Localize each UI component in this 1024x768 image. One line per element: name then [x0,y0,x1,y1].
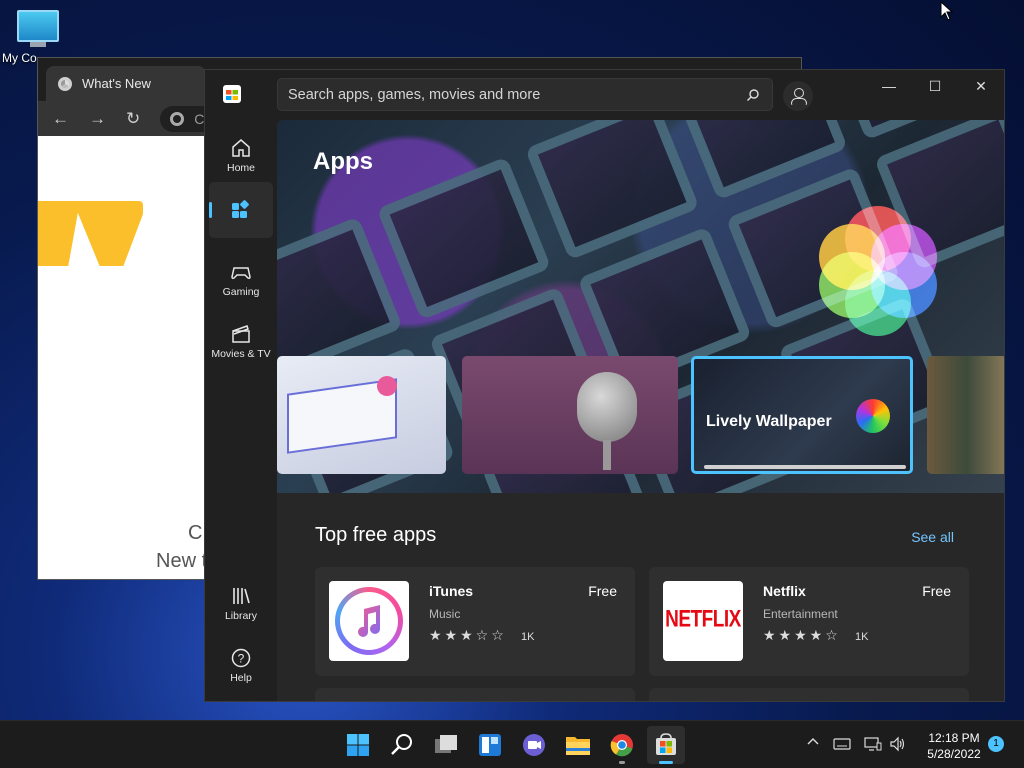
see-all-link[interactable]: See all [911,529,954,545]
clock-date: 5/28/2022 [927,747,981,761]
maximize-button[interactable]: ☐ [912,78,958,96]
widgets-button[interactable] [471,726,509,764]
yellow-shape [73,201,143,266]
mouse-cursor-icon [940,1,954,21]
clapperboard-icon [232,325,250,343]
apps-icon [232,200,249,218]
lively-wallpaper-logo-icon [856,399,890,433]
back-icon[interactable]: ← [52,109,69,129]
taskbar: 12:18 PM 5/28/2022 [0,720,1024,768]
forward-icon[interactable]: → [89,109,106,129]
carousel-progress [704,465,906,469]
rating-count: 1K [521,631,535,643]
clock[interactable]: 12:18 PM 5/28/2022 [916,730,992,762]
help-icon: ? [231,648,251,668]
nav-movies-tv[interactable]: Movies & TV [209,312,273,368]
section-title: Top free apps [315,524,437,546]
title-bar: Search apps, games, movies and more — ☐ … [205,70,1004,120]
start-button[interactable] [339,726,377,764]
nav-gaming[interactable]: Gaming [209,250,273,306]
chrome-tab-title: What's New [82,76,151,91]
volume-icon[interactable] [889,736,907,755]
app-card-itunes[interactable]: iTunes Free Music ★★★☆☆ 1K [315,567,635,676]
app-card[interactable] [315,688,635,701]
itunes-icon [329,581,409,661]
minimize-button[interactable]: — [866,78,912,96]
nav-library[interactable]: Library [209,574,273,630]
lively-wallpaper-logo-icon [813,206,943,336]
carousel-card[interactable] [277,356,446,474]
keyboard-icon[interactable] [833,737,851,754]
search-button[interactable] [383,726,421,764]
widgets-icon [479,734,501,756]
search-placeholder: Search apps, games, movies and more [288,86,541,103]
yellow-shape [38,201,80,266]
account-icon[interactable] [783,81,813,111]
teams-chat-button[interactable] [515,726,553,764]
star-rating: ★★★☆☆ [429,627,507,643]
app-name: Netflix [763,583,806,599]
chrome-icon [610,734,633,757]
carousel-card-title: Lively Wallpaper [706,413,832,430]
clock-time: 12:18 PM [928,731,980,745]
windows-logo-icon [347,734,369,756]
carousel-card[interactable] [462,356,678,474]
page-text: New t [156,550,208,572]
svg-text:?: ? [238,652,245,666]
rating-count: 1K [855,631,869,643]
app-card[interactable] [649,688,969,701]
hero-banner: Apps Lively Wallpaper [277,120,1004,493]
nav-home[interactable]: Home [209,126,273,182]
app-name: iTunes [429,583,474,599]
nav-help[interactable]: ? Help [209,636,273,692]
store-window: Search apps, games, movies and more — ☐ … [204,69,1005,702]
folder-icon [566,737,590,755]
task-view-button[interactable] [427,726,465,764]
app-price: Free [922,583,951,599]
carousel-card-lively-wallpaper[interactable]: Lively Wallpaper [691,356,913,474]
search-icon [391,734,412,755]
nav-apps[interactable] [209,182,273,238]
show-hidden-icons-chevron-up-icon[interactable] [806,735,820,752]
carousel-card[interactable] [927,356,1004,474]
network-icon[interactable] [864,736,882,755]
search-input[interactable]: Search apps, games, movies and more [277,78,773,111]
notification-badge[interactable]: 1 [988,736,1004,752]
search-icon[interactable] [746,88,760,102]
chrome-taskbar-button[interactable] [603,726,641,764]
store-icon [656,733,676,755]
sidebar: Home Gaming Movies & TV Library ? Help [205,120,277,701]
chrome-icon [58,76,72,91]
file-explorer-button[interactable] [559,726,597,764]
page-text: C [188,522,203,544]
library-icon [233,588,250,604]
app-category: Entertainment [763,607,838,621]
gamepad-icon [231,267,251,280]
close-button[interactable]: ✕ [958,78,1004,96]
task-view-icon [435,735,457,753]
app-category: Music [429,607,461,621]
teams-chat-icon [523,734,545,756]
store-logo-icon [223,85,241,103]
reload-icon[interactable]: ↻ [126,109,140,129]
monitor-icon [17,10,59,42]
main-content: Apps Lively Wallpaper Top free apps See … [277,120,1004,701]
store-taskbar-button[interactable] [647,726,685,764]
app-card-netflix[interactable]: NETFLIX Netflix Free Entertainment ★★★★☆… [649,567,969,676]
home-icon [232,139,250,157]
page-title: Apps [313,148,373,175]
chrome-tab[interactable]: What's New [46,66,206,101]
chrome-icon [170,111,185,126]
netflix-icon: NETFLIX [663,581,743,661]
star-rating: ★★★★☆ [763,627,841,643]
app-price: Free [588,583,617,599]
